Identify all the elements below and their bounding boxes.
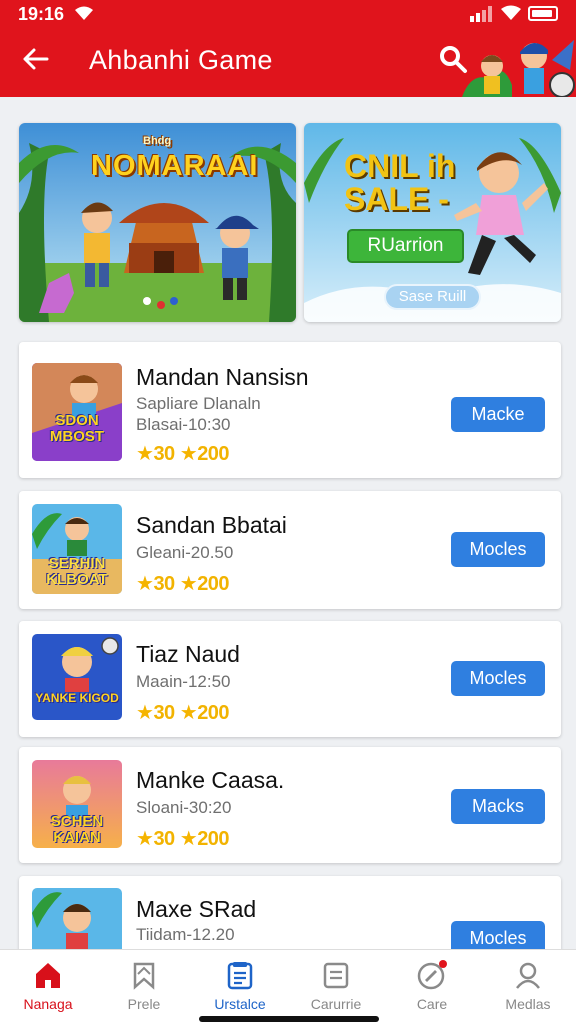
nav-item-care[interactable]: Care	[384, 960, 480, 1012]
wifi-icon	[501, 5, 521, 20]
game-action-button[interactable]: Macke	[451, 397, 545, 432]
game-title: Mandan Nansisn	[136, 364, 309, 390]
banner-right-heading: CNIL ih SALE -	[344, 148, 456, 217]
game-card[interactable]: YANKE KIGOD Tiaz Naud Maain-12:50 ★30 ★2…	[19, 621, 561, 737]
nav-item-prele[interactable]: Prele	[96, 960, 192, 1012]
game-card[interactable]: SDON MBOST Mandan Nansisn Sapliare Dlana…	[19, 342, 561, 478]
signal-icon	[470, 6, 492, 22]
battery-icon	[528, 6, 558, 21]
game-subtitle: Sapliare Dlanaln	[136, 394, 261, 413]
nav-label: Medlas	[505, 996, 551, 1012]
promo-banner-left[interactable]: Bhdg NOMARAAI	[19, 123, 296, 322]
mascot-illustration	[462, 40, 575, 97]
game-action-button[interactable]: Mocles	[451, 532, 545, 567]
star-icon: ★	[179, 573, 198, 595]
game-thumbnail: SCHEN KAIAN	[32, 760, 122, 848]
nav-item-urstalce[interactable]: Urstalce	[192, 960, 288, 1012]
compass-icon	[417, 960, 447, 990]
nav-label: Carurrie	[310, 996, 362, 1012]
game-time: Gleani-20.50	[136, 543, 234, 562]
game-thumbnail: SDON MBOST	[32, 363, 122, 461]
star-icon: ★	[179, 443, 198, 465]
game-card[interactable]: SERHIN KLBOAT Sandan Bbatai Gleani-20.50…	[19, 491, 561, 609]
game-thumbnail: SERHIN KLBOAT	[32, 504, 122, 594]
status-bar: 19:16	[0, 0, 576, 28]
profile-icon	[516, 962, 540, 989]
banner-left-heading: NOMARAAI	[91, 150, 259, 182]
list-icon	[323, 962, 349, 989]
game-art-illustration	[32, 634, 122, 720]
promo-banner-right[interactable]: CNIL ih SALE - RUarrion Sase Ruill	[304, 123, 561, 322]
game-rating: ★30 ★200	[136, 828, 230, 850]
nav-item-medlas[interactable]: Medlas	[480, 960, 576, 1012]
app-header: 19:16 Ahbanhi Game	[0, 0, 576, 97]
document-icon	[227, 962, 253, 990]
game-title: Maxe SRad	[136, 896, 257, 922]
bookmark-icon	[133, 962, 155, 990]
game-time: Blasai-10:30	[136, 415, 231, 434]
nav-item-carurrie[interactable]: Carurrie	[288, 960, 384, 1012]
game-action-button[interactable]: Mocles	[451, 661, 545, 696]
star-icon: ★	[136, 573, 154, 595]
game-title: Tiaz Naud	[136, 641, 240, 667]
star-icon: ★	[179, 828, 198, 850]
banner-pill-button[interactable]: Sase Ruill	[384, 284, 481, 310]
game-rating: ★30 ★200	[136, 573, 230, 595]
game-thumbnail: YANKE KIGOD	[32, 634, 122, 720]
star-icon: ★	[136, 443, 154, 465]
star-icon: ★	[136, 828, 154, 850]
game-title: Manke Caasa.	[136, 767, 285, 793]
home-icon	[36, 963, 60, 988]
banner-left-subtitle: Bhdg	[143, 135, 172, 147]
home-indicator	[199, 1016, 379, 1022]
game-time: Tiidam-12.20	[136, 925, 235, 944]
star-icon: ★	[136, 702, 154, 724]
bottom-navigation: Nanaga Prele Urstalce Carurrie Care Medl…	[0, 949, 576, 1024]
nav-item-home[interactable]: Nanaga	[0, 960, 96, 1012]
game-time: Sloani-30:20	[136, 798, 232, 817]
nav-label: Prele	[127, 996, 161, 1012]
banner-action-button[interactable]: RUarrion	[347, 229, 464, 263]
game-time: Maain-12:50	[136, 672, 231, 691]
star-icon: ★	[179, 702, 198, 724]
game-card[interactable]: SCHEN KAIAN Manke Caasa. Sloani-30:20 ★3…	[19, 747, 561, 863]
game-action-button[interactable]: Macks	[451, 789, 545, 824]
wifi-icon	[75, 6, 93, 20]
page-title: Ahbanhi Game	[89, 45, 273, 75]
nav-label: Urstalce	[214, 996, 266, 1012]
status-time: 19:16	[18, 4, 65, 24]
back-arrow-icon[interactable]	[20, 44, 50, 74]
game-rating: ★30 ★200	[136, 443, 230, 465]
game-title: Sandan Bbatai	[136, 512, 287, 538]
game-rating: ★30 ★200	[136, 702, 230, 724]
nav-label: Nanaga	[23, 996, 73, 1012]
nav-label: Care	[416, 996, 448, 1012]
